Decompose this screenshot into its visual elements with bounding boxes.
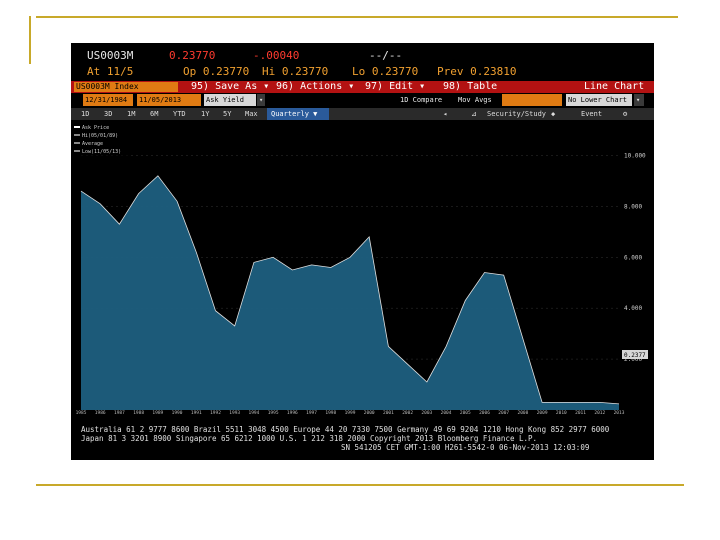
timeframe-1d[interactable]: 1D [81, 108, 89, 120]
x-tick-label: 1991 [191, 410, 202, 416]
x-tick-label: 1986 [95, 410, 106, 416]
footer-line-2: Japan 81 3 3201 8900 Singapore 65 6212 1… [81, 434, 538, 443]
x-tick-label: 2003 [421, 410, 432, 416]
bloomberg-terminal: US0003M 0.23770 -.00040 --/-- At 11/5 Op… [71, 43, 654, 460]
lower-chart-select[interactable]: No Lower Chart [566, 94, 632, 106]
function-toolbar: US0003M Index 95) Save As ▾ 96) Actions … [71, 81, 654, 93]
high-price: Hi 0.23770 [262, 65, 329, 78]
at-date: At 11/5 [87, 65, 134, 78]
legend-swatch [74, 134, 80, 136]
x-tick-label: 2001 [383, 410, 394, 416]
x-tick-label: 1999 [345, 410, 356, 416]
yield-chart: 10.0008.0006.0004.0002.000 1985 1986 1987 1… [71, 122, 648, 416]
chart-area-fill [81, 175, 619, 410]
x-tick-label: 1994 [249, 410, 260, 416]
price-change: -.00040 [253, 49, 300, 62]
ticker: US0003M [87, 49, 134, 62]
prev-price: Prev 0.23810 [437, 65, 517, 78]
slide-bottom-rule [36, 484, 684, 486]
legend-swatch [74, 142, 80, 144]
start-date-field[interactable]: 12/31/1984 [83, 94, 133, 106]
x-tick-label: 1990 [172, 410, 183, 416]
y-tick-label: 4.000 [624, 305, 642, 312]
footer-line-3: SN 541205 CET GMT-1:00 H261-5542-0 06-No… [341, 443, 590, 452]
y-tick-label: 10.000 [624, 152, 646, 159]
timeframe-ytd[interactable]: YTD [173, 108, 186, 120]
x-tick-label: 2000 [364, 410, 375, 416]
y-tick-label: 6.000 [624, 254, 642, 261]
x-tick-label: 1992 [210, 410, 221, 416]
last-price: 0.23770 [169, 49, 216, 62]
field-dropdown-icon[interactable]: ▾ [257, 94, 265, 106]
timeframe-bar: 1D 3D 1M 6M YTD 1Y 5Y Max Quarterly ▼ ◂ … [71, 108, 654, 120]
x-tick-label: 1988 [133, 410, 144, 416]
legend-entry: Average [82, 141, 103, 147]
timeframe-5y[interactable]: 5Y [223, 108, 231, 120]
lower-chart-dropdown-icon[interactable]: ▾ [634, 94, 644, 106]
open-price: Op 0.23770 [183, 65, 250, 78]
field-select[interactable]: Ask Yield [204, 94, 256, 106]
last-value-label: 0.2377 [624, 352, 646, 359]
edit-button[interactable]: 97) Edit ▾ [365, 81, 425, 93]
event-icon: ◆ [551, 110, 556, 118]
slide-top-rule [36, 16, 678, 18]
security-study-button[interactable]: Security/Study [487, 108, 546, 120]
y-tick-label: 8.000 [624, 203, 642, 210]
x-tick-label: 2002 [402, 410, 413, 416]
x-tick-label: 1995 [268, 410, 279, 416]
legend-swatch [74, 126, 80, 128]
timeframe-max[interactable]: Max [245, 108, 258, 120]
x-tick-label: 1997 [306, 410, 317, 416]
footer-line-1: Australia 61 2 9777 8600 Brazil 5511 304… [81, 425, 610, 434]
x-tick-label: 2009 [537, 410, 548, 416]
compare-button[interactable]: 1D Compare [398, 94, 444, 106]
y-axis-ticks: 10.0008.0006.0004.0002.000 [624, 152, 646, 363]
legend-swatch [74, 150, 80, 152]
slide-left-rule [29, 16, 31, 64]
x-tick-label: 2008 [518, 410, 529, 416]
timeframe-1m[interactable]: 1M [127, 108, 135, 120]
mov-avgs-field[interactable] [502, 94, 562, 106]
table-button[interactable]: 98) Table [443, 81, 497, 93]
save-as-button[interactable]: 95) Save As ▾ [191, 81, 269, 93]
actions-button[interactable]: 96) Actions ▾ [276, 81, 354, 93]
x-tick-label: 2011 [575, 410, 586, 416]
legend-entry: Hi(05/01/89) [82, 133, 118, 139]
settings-gear-icon[interactable]: ⚙ [623, 108, 627, 120]
x-tick-label: 1996 [287, 410, 298, 416]
x-tick-label: 2006 [479, 410, 490, 416]
x-tick-label: 1987 [114, 410, 125, 416]
x-tick-label: 2004 [441, 410, 452, 416]
x-tick-label: 1993 [229, 410, 240, 416]
low-price: Lo 0.23770 [352, 65, 419, 78]
security-field[interactable]: US0003M Index [74, 82, 178, 92]
x-tick-label: 2012 [594, 410, 605, 416]
x-tick-label: 2005 [460, 410, 471, 416]
x-tick-label: 2013 [614, 410, 625, 416]
x-tick-label: 2007 [498, 410, 509, 416]
timeframe-1y[interactable]: 1Y [201, 108, 209, 120]
x-tick-label: 2010 [556, 410, 567, 416]
event-button[interactable]: Event [581, 108, 602, 120]
x-tick-label: 1989 [152, 410, 163, 416]
price-time: --/-- [369, 49, 403, 62]
x-axis-ticks: 1985 1986 1987 1988 1989 1990 1991 1992 1993 1994… [76, 410, 625, 416]
period-select[interactable]: Quarterly ▼ [267, 108, 329, 120]
x-tick-label: 1998 [325, 410, 336, 416]
timeframe-3d[interactable]: 3D [104, 108, 112, 120]
x-tick-label: 1985 [76, 410, 87, 416]
legend-entry: Ask Price [82, 125, 109, 131]
legend-entry: Low(11/05/13) [82, 149, 121, 155]
mov-avgs-label[interactable]: Mov Avgs [456, 94, 494, 106]
nav-left-icon[interactable]: ◂ [443, 108, 447, 120]
study-icon: ⊿ [471, 110, 477, 118]
end-date-field[interactable]: 11/05/2013 [137, 94, 201, 106]
timeframe-6m[interactable]: 6M [150, 108, 158, 120]
chart-type-label[interactable]: Line Chart [584, 81, 644, 93]
